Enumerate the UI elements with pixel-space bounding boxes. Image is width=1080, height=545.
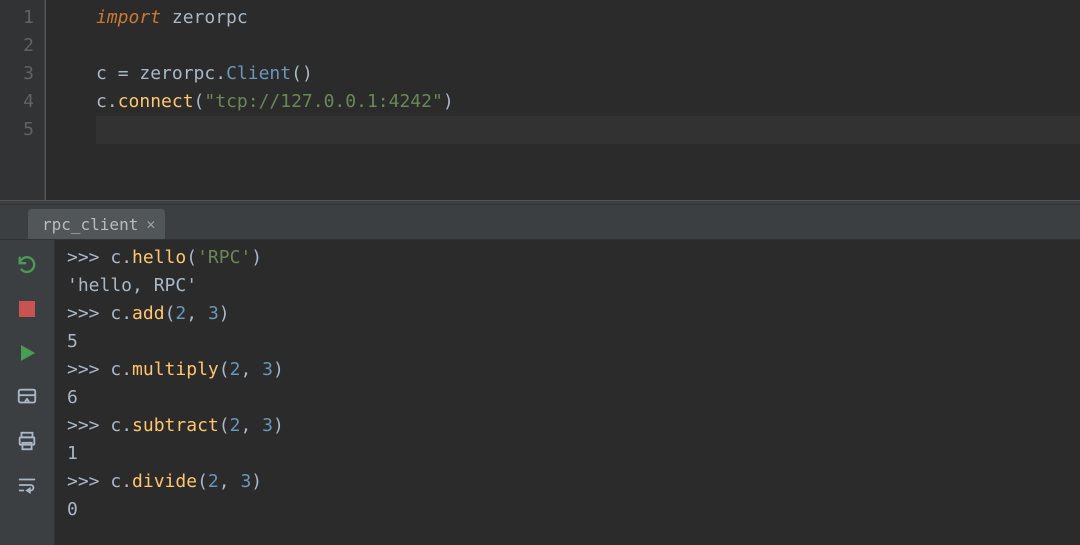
var: c (96, 91, 107, 112)
rerun-icon[interactable] (14, 252, 40, 278)
arg: 3 (262, 359, 273, 380)
dot: . (121, 359, 132, 380)
close-icon[interactable]: ✕ (146, 215, 155, 233)
code-line[interactable] (96, 32, 1080, 60)
obj: c (110, 415, 121, 436)
dot: . (121, 303, 132, 324)
prompt: >>> (67, 415, 110, 436)
console-output-line: 0 (67, 496, 1080, 524)
wrap-icon[interactable] (14, 472, 40, 498)
code-pane[interactable]: import zerorpc c = zerorpc.Client() c.co… (45, 0, 1080, 200)
console-input-line: >>> c.multiply(2, 3) (67, 356, 1080, 384)
space (129, 63, 140, 84)
dot: . (121, 471, 132, 492)
obj: c (110, 303, 121, 324)
lparen: ( (291, 63, 302, 84)
prompt: >>> (67, 359, 110, 380)
obj: c (110, 247, 121, 268)
run-icon[interactable] (14, 340, 40, 366)
prompt: >>> (67, 303, 110, 324)
lparen: ( (194, 91, 205, 112)
line-number: 5 (0, 116, 34, 144)
method: hello (132, 247, 186, 268)
lparen: ( (219, 359, 230, 380)
line-number: 4 (0, 88, 34, 116)
method-name: connect (118, 91, 194, 112)
var: c (96, 63, 107, 84)
console-tabbar: rpc_client ✕ (0, 205, 1080, 240)
console-output-line: 6 (67, 384, 1080, 412)
dot: . (121, 247, 132, 268)
rparen: ) (219, 303, 230, 324)
comma: , (240, 359, 262, 380)
stop-icon[interactable] (14, 296, 40, 322)
class-name: Client (226, 63, 291, 84)
layout-icon[interactable] (14, 384, 40, 410)
obj: c (110, 471, 121, 492)
rparen: ) (273, 415, 284, 436)
space (107, 63, 118, 84)
line-number: 2 (0, 32, 34, 60)
console-input-line: >>> c.add(2, 3) (67, 300, 1080, 328)
print-icon[interactable] (14, 428, 40, 454)
code-line[interactable]: import zerorpc (96, 4, 1080, 32)
line-number: 1 (0, 4, 34, 32)
arg: 3 (240, 471, 251, 492)
lparen: ( (197, 471, 208, 492)
tab-label: rpc_client (42, 215, 138, 234)
space (161, 7, 172, 28)
console-input-line: >>> c.divide(2, 3) (67, 468, 1080, 496)
code-editor: 1 2 3 4 5 import zerorpc c = zerorpc.Cli… (0, 0, 1080, 200)
arg: 3 (262, 415, 273, 436)
module-name: zerorpc (172, 7, 248, 28)
object: zerorpc (139, 63, 215, 84)
rparen: ) (443, 91, 454, 112)
comma: , (240, 415, 262, 436)
arg: 2 (175, 303, 186, 324)
arg: 2 (208, 471, 219, 492)
console-output[interactable]: >>> c.hello('RPC') 'hello, RPC' >>> c.ad… (55, 240, 1080, 545)
code-line[interactable]: c = zerorpc.Client() (96, 60, 1080, 88)
console-output-line: 'hello, RPC' (67, 272, 1080, 300)
obj: c (110, 359, 121, 380)
method: divide (132, 471, 197, 492)
comma: , (186, 303, 208, 324)
dot: . (107, 91, 118, 112)
prompt: >>> (67, 471, 110, 492)
prompt: >>> (67, 247, 110, 268)
arg: 3 (208, 303, 219, 324)
line-number-gutter: 1 2 3 4 5 (0, 0, 45, 200)
lparen: ( (186, 247, 197, 268)
rparen: ) (251, 471, 262, 492)
code-line-current[interactable] (96, 116, 1080, 144)
lparen: ( (165, 303, 176, 324)
keyword-import: import (96, 7, 161, 28)
console-toolbar (0, 240, 55, 545)
tab-rpc-client[interactable]: rpc_client ✕ (28, 209, 165, 239)
rparen: ) (302, 63, 313, 84)
dot: . (121, 415, 132, 436)
arg: 2 (230, 359, 241, 380)
method: subtract (132, 415, 219, 436)
console-output-line: 5 (67, 328, 1080, 356)
console-output-line: 1 (67, 440, 1080, 468)
comma: , (219, 471, 241, 492)
lparen: ( (219, 415, 230, 436)
arg: 2 (230, 415, 241, 436)
method: multiply (132, 359, 219, 380)
code-line[interactable]: c.connect("tcp://127.0.0.1:4242") (96, 88, 1080, 116)
equals: = (118, 63, 129, 84)
method: add (132, 303, 165, 324)
string-literal: "tcp://127.0.0.1:4242" (204, 91, 442, 112)
rparen: ) (251, 247, 262, 268)
rparen: ) (273, 359, 284, 380)
console-input-line: >>> c.hello('RPC') (67, 244, 1080, 272)
arg: 'RPC' (197, 247, 251, 268)
dot: . (215, 63, 226, 84)
python-console: >>> c.hello('RPC') 'hello, RPC' >>> c.ad… (0, 240, 1080, 545)
console-input-line: >>> c.subtract(2, 3) (67, 412, 1080, 440)
line-number: 3 (0, 60, 34, 88)
